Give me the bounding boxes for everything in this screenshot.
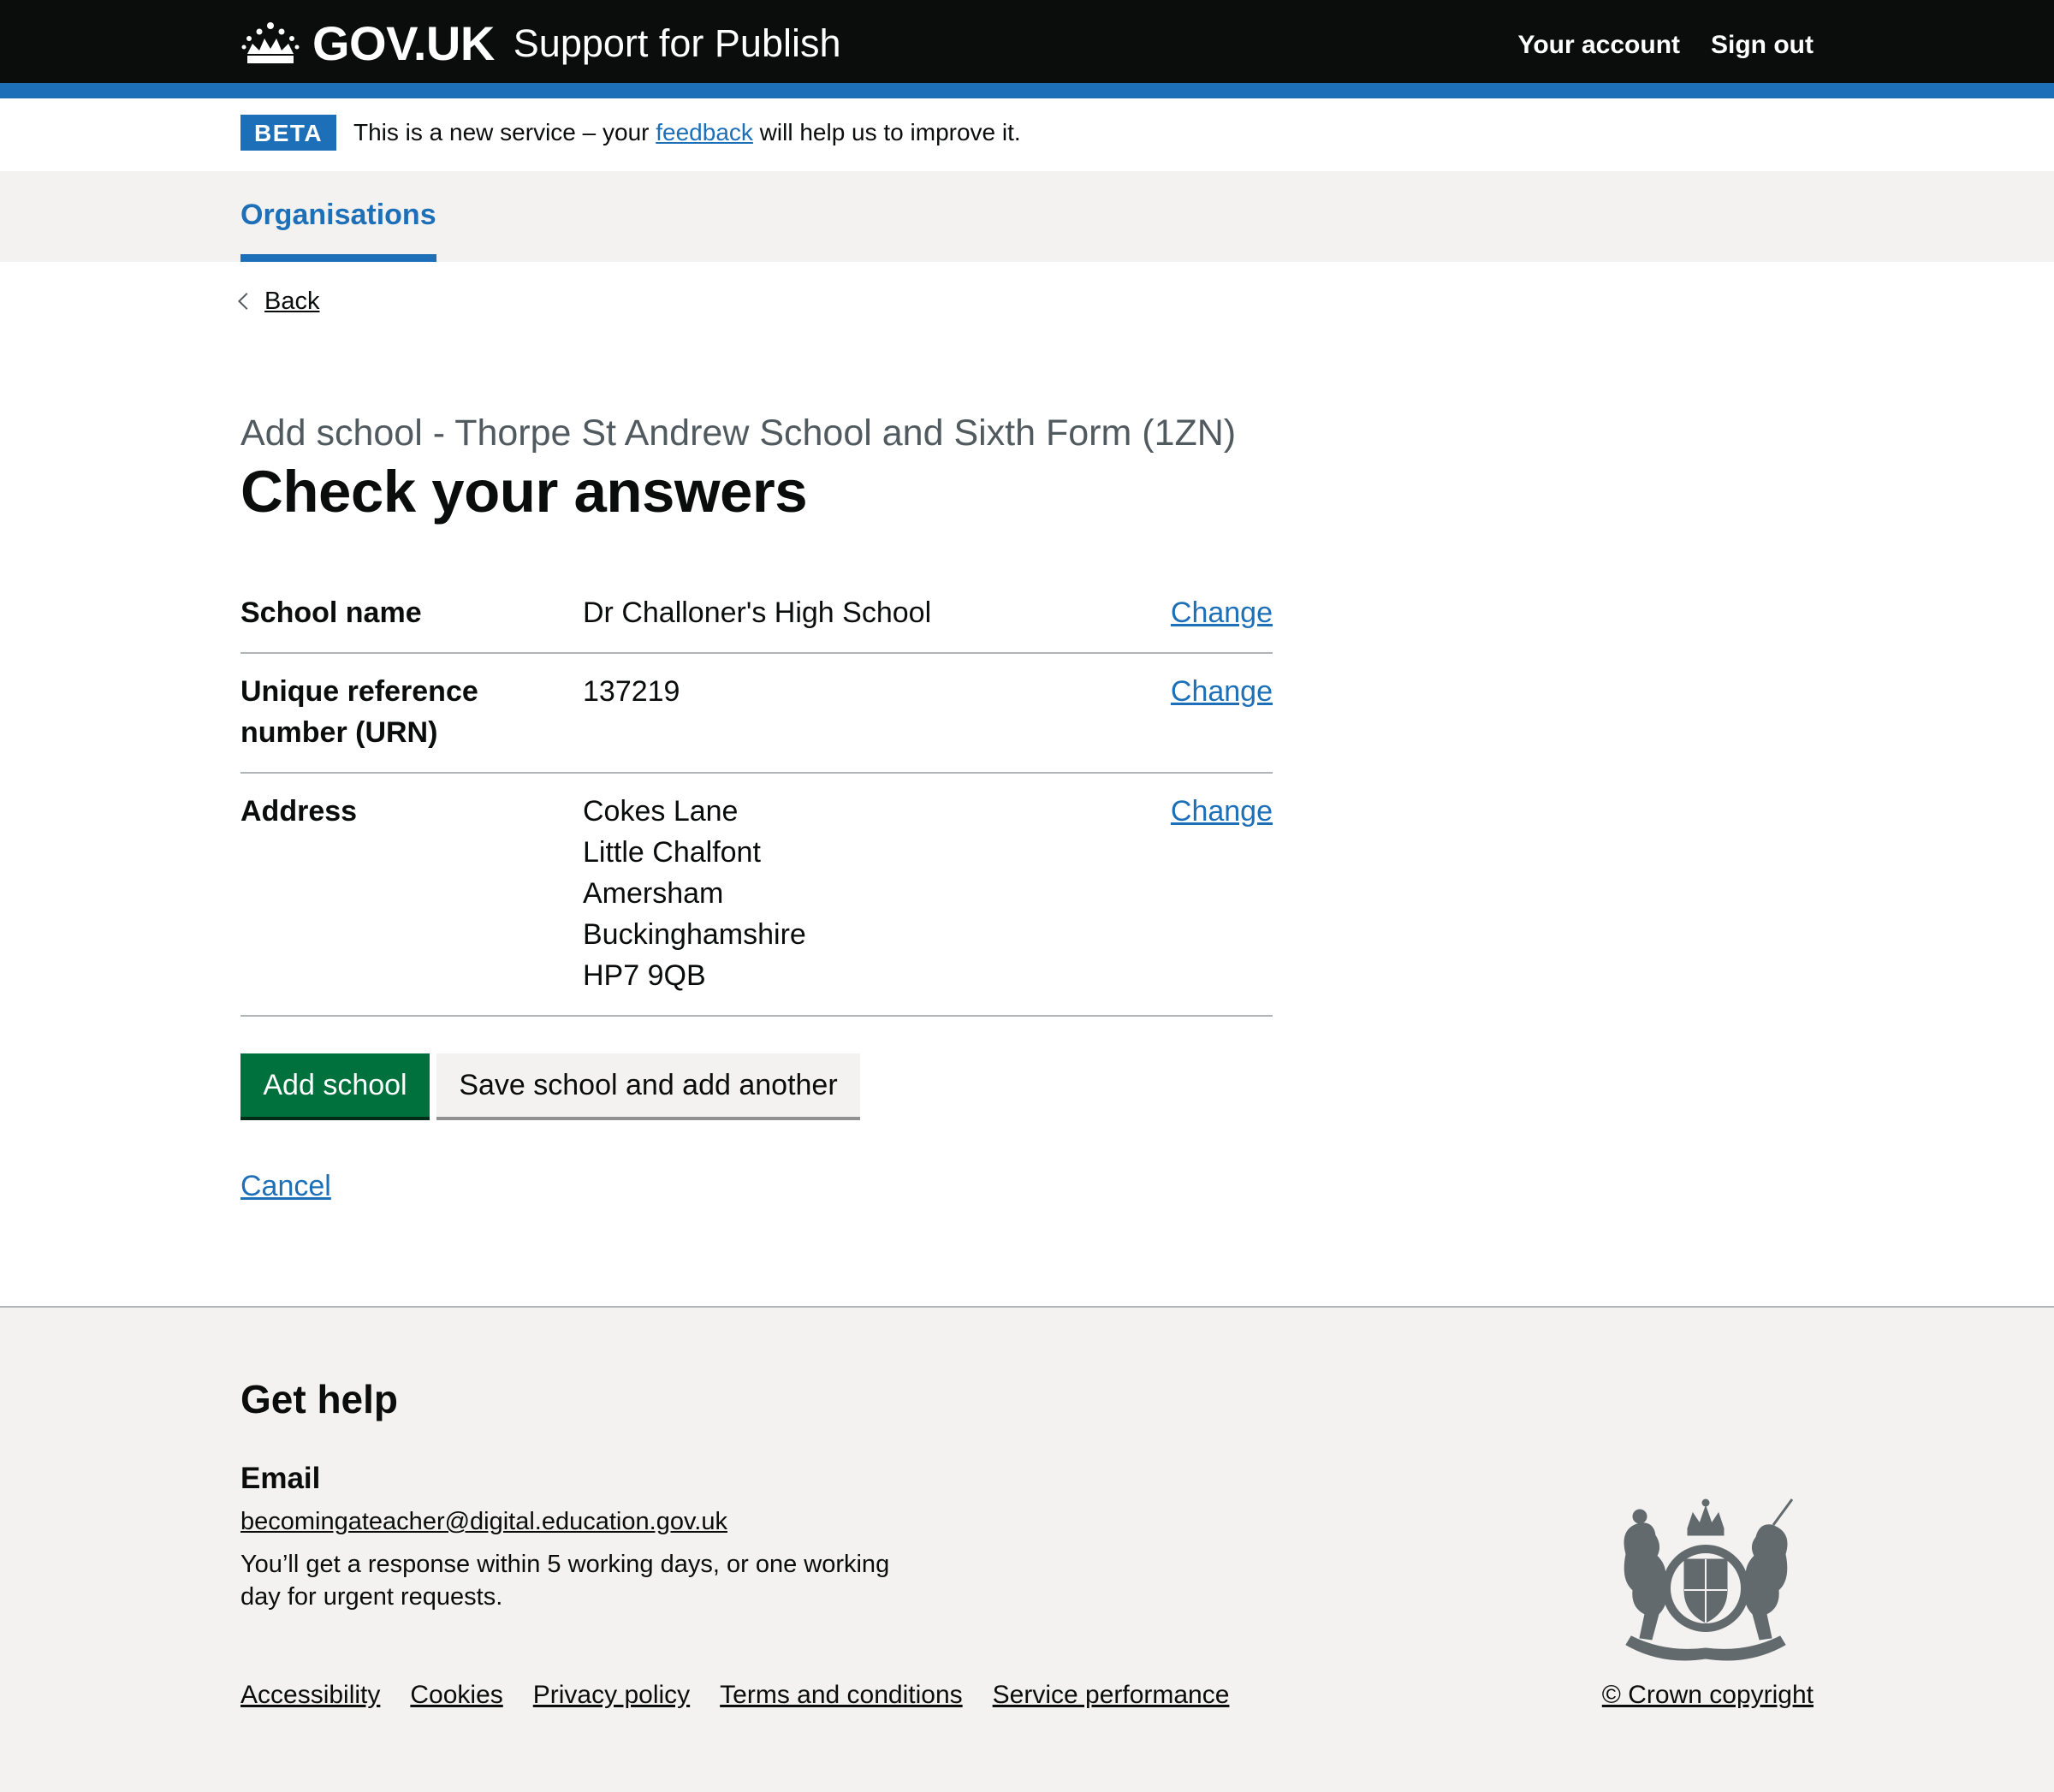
phase-banner: BETA This is a new service – your feedba…	[0, 98, 2054, 171]
header-blue-bar	[0, 83, 2054, 98]
summary-value: Dr Challoner's High School	[583, 592, 1101, 633]
summary-key: Unique reference number (URN)	[240, 675, 478, 749]
footer-link-terms[interactable]: Terms and conditions	[720, 1681, 962, 1710]
cancel-link[interactable]: Cancel	[240, 1170, 331, 1203]
feedback-link[interactable]: feedback	[656, 119, 753, 145]
crown-copyright-link[interactable]: © Crown copyright	[1602, 1681, 1814, 1710]
address-town: Amersham	[583, 877, 724, 910]
service-name[interactable]: Support for Publish	[514, 21, 841, 66]
footer-heading: Get help	[240, 1377, 399, 1421]
back-link[interactable]: Back	[238, 288, 320, 316]
header: GOV.UK Support for Publish Your account …	[0, 0, 2054, 83]
crown-icon	[241, 21, 300, 63]
school-name-value: Dr Challoner's High School	[583, 596, 932, 629]
back-link-label: Back	[264, 288, 320, 315]
address-postcode: HP7 9QB	[583, 959, 706, 992]
summary-value: Cokes Lane Little Chalfont Amersham Buck…	[583, 791, 1101, 996]
summary-value: 137219	[583, 671, 1101, 753]
summary-action: Change	[1101, 791, 1273, 996]
summary-list: School name Dr Challoner's High School C…	[240, 575, 1273, 1017]
royal-coat-of-arms-icon	[1624, 1498, 1794, 1661]
summary-row-address: Address Cokes Lane Little Chalfont Amers…	[240, 774, 1273, 1017]
footer-link-cookies[interactable]: Cookies	[410, 1681, 502, 1710]
add-school-button[interactable]: Add school	[240, 1053, 430, 1117]
address-county: Buckinghamshire	[583, 918, 806, 951]
save-and-add-another-button[interactable]: Save school and add another	[436, 1053, 860, 1117]
page-caption: Add school - Thorpe St Andrew School and…	[240, 412, 1237, 454]
footer-link-privacy[interactable]: Privacy policy	[533, 1681, 690, 1710]
summary-row-urn: Unique reference number (URN) 137219 Cha…	[240, 654, 1273, 774]
footer-link-accessibility[interactable]: Accessibility	[240, 1681, 380, 1710]
email-label: Email	[240, 1462, 321, 1495]
footer-link-service-performance[interactable]: Service performance	[993, 1681, 1230, 1710]
footer-links: Accessibility Cookies Privacy policy Ter…	[240, 1681, 1229, 1710]
urn-value: 137219	[583, 675, 680, 708]
address-line-2: Little Chalfont	[583, 836, 761, 869]
address-line-1: Cokes Lane	[583, 795, 739, 828]
response-time-text: You’ll get a response within 5 working d…	[240, 1551, 890, 1611]
page-title: Check your answers	[240, 459, 808, 525]
summary-row-school-name: School name Dr Challoner's High School C…	[240, 575, 1273, 654]
active-tab-indicator	[240, 254, 436, 262]
govuk-logo[interactable]: GOV.UK Support for Publish	[240, 15, 841, 71]
summary-action: Change	[1101, 671, 1273, 753]
govuk-wordmark: GOV.UK	[312, 16, 495, 70]
nav-item-organisations[interactable]: Organisations	[240, 199, 436, 232]
footer: Get help Email becomingateacher@digital.…	[0, 1306, 2054, 1792]
sub-navigation: Organisations	[0, 171, 2054, 262]
chevron-left-icon	[238, 292, 255, 310]
summary-key: School name	[240, 596, 422, 629]
change-address-link[interactable]: Change	[1171, 795, 1273, 828]
change-school-name-link[interactable]: Change	[1171, 596, 1273, 629]
change-urn-link[interactable]: Change	[1171, 675, 1273, 708]
beta-text-after: will help us to improve it.	[752, 119, 1021, 145]
beta-tag: BETA	[240, 115, 337, 151]
sign-out-link[interactable]: Sign out	[1711, 31, 1814, 60]
header-nav: Your account Sign out	[1518, 31, 1814, 60]
your-account-link[interactable]: Your account	[1518, 31, 1680, 60]
beta-text-before: This is a new service – your	[353, 119, 656, 145]
beta-message: This is a new service – your feedback wi…	[353, 119, 1021, 146]
support-email-link[interactable]: becomingateacher@digital.education.gov.u…	[240, 1508, 727, 1536]
summary-key: Address	[240, 795, 358, 828]
summary-action: Change	[1101, 592, 1273, 633]
